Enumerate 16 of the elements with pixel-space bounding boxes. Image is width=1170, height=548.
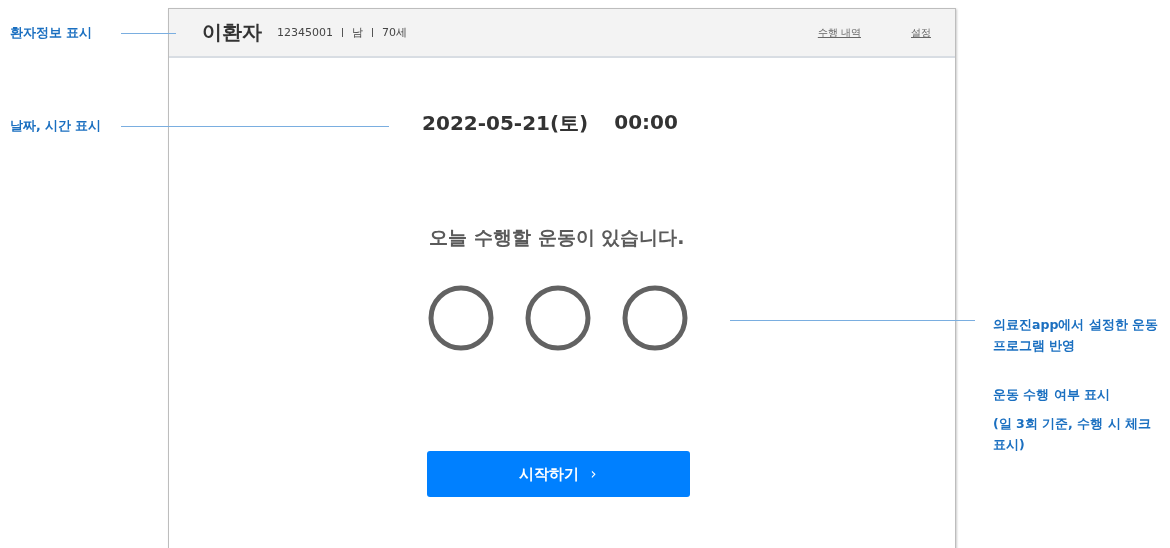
annotation-text: (일 3회 기준, 수행 시 체크 표시) <box>993 415 1152 455</box>
leader-line <box>121 33 176 34</box>
annotation-text: 운동 수행 여부 표시 <box>993 386 1112 404</box>
annotation-text: 환자정보 표시 <box>10 24 93 42</box>
nav-link[interactable]: 수행 내역 <box>817 25 861 40</box>
patient-info: 남 <box>352 25 363 40</box>
patient-info: 12345001 <box>277 26 333 39</box>
annotation-text: 의료진app에서 설정한 운동 프로그램 반영 <box>993 316 1160 356</box>
date-text: 2022-05-21(토) <box>422 110 589 137</box>
start-button[interactable]: 시작하기 › <box>426 451 690 497</box>
nav-link[interactable]: 설정 <box>911 25 931 40</box>
patient-info: 70세 <box>382 25 407 40</box>
annotation-text: 날짜, 시간 표시 <box>10 117 102 135</box>
patient-name: 이환자 <box>202 19 262 46</box>
time-text: 00:00 <box>614 110 678 136</box>
exercise-message: 오늘 수행할 운동이 있습니다. <box>429 225 685 250</box>
